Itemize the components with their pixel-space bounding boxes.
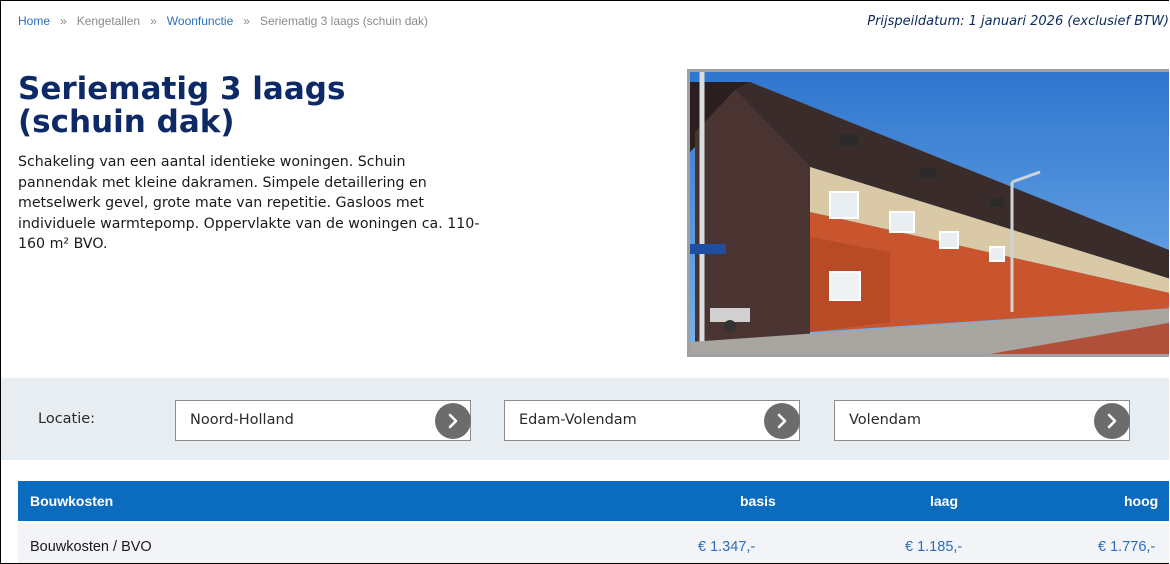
- page-title-line1: Seriematig 3 laags: [18, 71, 346, 107]
- breadcrumb-woonfunctie[interactable]: Woonfunctie: [167, 14, 234, 28]
- row-value-laag: € 1.185,-: [905, 539, 963, 555]
- page-title-line2: (schuin dak): [18, 104, 235, 140]
- row-value-hoog: € 1.776,-: [1098, 539, 1156, 555]
- page-frame: Home » Kengetallen » Woonfunctie » Seriematig …: [0, 0, 1169, 564]
- breadcrumb-kengetallen[interactable]: Kengetallen: [77, 14, 140, 28]
- table-header: Bouwkosten basis laag hoog: [18, 481, 1169, 521]
- breadcrumb-separator: »: [243, 14, 250, 28]
- column-header-basis: basis: [740, 493, 776, 509]
- breadcrumb-separator: »: [150, 14, 157, 28]
- building-photo-illustration: [690, 72, 1169, 354]
- column-header-laag: laag: [930, 493, 959, 509]
- breadcrumb-current: Seriematig 3 laags (schuin dak): [259, 14, 429, 28]
- place-select[interactable]: Volendam: [834, 400, 1130, 441]
- municipality-value: Edam-Volendam: [519, 412, 637, 428]
- breadcrumb-home[interactable]: Home: [18, 14, 50, 28]
- description: Schakeling van een aantal identieke woni…: [18, 154, 480, 252]
- row-label: Bouwkosten / BVO: [30, 539, 152, 555]
- chevron-right-icon[interactable]: [435, 403, 471, 439]
- chevron-right-icon[interactable]: [764, 403, 800, 439]
- column-header-name: Bouwkosten: [30, 493, 114, 509]
- province-value: Noord-Holland: [190, 412, 294, 428]
- row-value-basis: € 1.347,-: [698, 539, 756, 555]
- table-row: Bouwkosten / BVO € 1.347,- € 1.185,- € 1…: [18, 523, 1169, 563]
- place-value: Volendam: [849, 412, 922, 428]
- building-photo: [687, 69, 1169, 357]
- chevron-right-icon[interactable]: [1094, 403, 1130, 439]
- breadcrumb: Home » Kengetallen » Woonfunctie » Seriematig …: [18, 14, 428, 28]
- breadcrumb-separator: »: [60, 14, 67, 28]
- price-date: Prijspeildatum: 1 januari 2026 (exclusie…: [867, 14, 1169, 29]
- location-label: Locatie:: [38, 411, 96, 427]
- municipality-select[interactable]: Edam-Volendam: [504, 400, 800, 441]
- column-header-hoog: hoog: [1124, 493, 1159, 509]
- page-title: Seriematig 3 laags (schuin dak): [18, 73, 618, 139]
- province-select[interactable]: Noord-Holland: [175, 400, 471, 441]
